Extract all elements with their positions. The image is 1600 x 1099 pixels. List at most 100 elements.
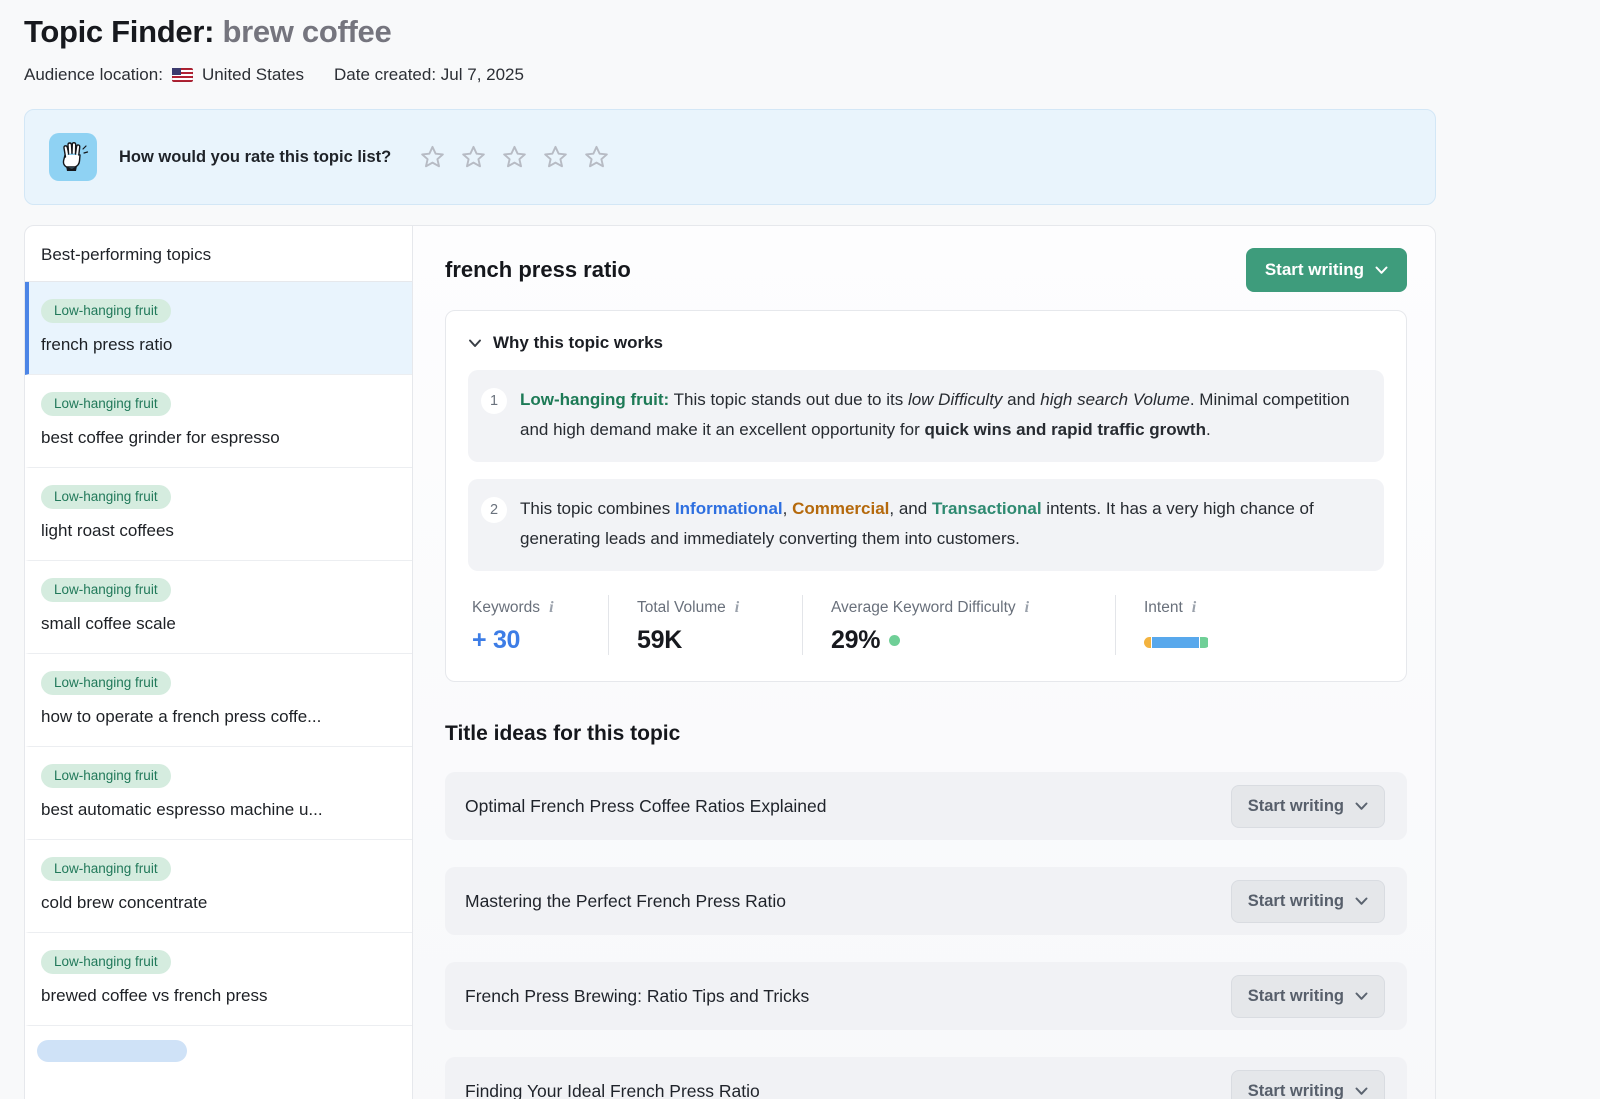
topic-item-title: cold brew concentrate — [41, 893, 396, 913]
title-idea-text: Finding Your Ideal French Press Ratio — [465, 1081, 760, 1099]
title-idea-card: Finding Your Ideal French Press Ratio St… — [445, 1057, 1407, 1099]
page-header: Topic Finder: brew coffee Audience locat… — [24, 0, 1436, 85]
start-writing-button[interactable]: Start writing — [1231, 880, 1385, 923]
start-writing-label: Start writing — [1248, 1082, 1344, 1099]
why-section-toggle[interactable]: Why this topic works — [468, 333, 663, 353]
start-writing-button[interactable]: Start writing — [1231, 975, 1385, 1018]
topics-sidebar: Best-performing topics Low-hanging fruit… — [25, 226, 413, 1099]
star-icon[interactable] — [542, 144, 569, 171]
title-idea-text: Mastering the Perfect French Press Ratio — [465, 891, 786, 912]
intent-bar-segment — [1152, 637, 1199, 648]
page-title-prefix: Topic Finder: — [24, 14, 222, 49]
topics-workspace: Best-performing topics Low-hanging fruit… — [24, 225, 1436, 1099]
selected-topic-title: french press ratio — [445, 257, 631, 283]
start-writing-label: Start writing — [1248, 987, 1344, 1006]
start-writing-button[interactable]: Start writing — [1231, 1070, 1385, 1099]
sidebar-topic-item-partial[interactable] — [25, 1026, 412, 1062]
metric-value: + 30 — [472, 626, 608, 655]
start-writing-label: Start writing — [1248, 892, 1344, 911]
difficulty-dot — [889, 635, 900, 646]
start-writing-button[interactable]: Start writing — [1246, 248, 1407, 292]
info-icon[interactable]: i — [1192, 599, 1196, 617]
metric-label-row: Keywords i — [472, 599, 608, 617]
chevron-down-icon — [1355, 992, 1368, 1001]
why-section-title: Why this topic works — [493, 333, 663, 353]
low-hanging-fruit-badge: Low-hanging fruit — [41, 485, 171, 509]
low-hanging-fruit-badge: Low-hanging fruit — [41, 857, 171, 881]
low-hanging-fruit-badge: Low-hanging fruit — [41, 299, 171, 323]
topic-item-title: brewed coffee vs french press — [41, 986, 396, 1006]
title-idea-list: Optimal French Press Coffee Ratios Expla… — [445, 772, 1407, 1099]
topic-item-title: french press ratio — [41, 335, 396, 355]
chevron-down-icon — [1375, 266, 1388, 275]
star-icon[interactable] — [419, 144, 446, 171]
metric-value: 29% — [831, 626, 1115, 655]
chevron-down-icon — [1355, 897, 1368, 906]
low-hanging-fruit-badge: Low-hanging fruit — [41, 578, 171, 602]
start-writing-button[interactable]: Start writing — [1231, 785, 1385, 828]
info-icon[interactable]: i — [1025, 599, 1029, 617]
point-number: 1 — [481, 388, 507, 414]
metric-label: Average Keyword Difficulty — [831, 599, 1016, 617]
low-hanging-fruit-badge: Low-hanging fruit — [41, 950, 171, 974]
sidebar-topic-item[interactable]: Low-hanging fruit best automatic espress… — [25, 747, 412, 840]
audience-location-value: United States — [202, 65, 304, 85]
title-idea-card: Mastering the Perfect French Press Ratio… — [445, 867, 1407, 935]
sidebar-topic-item[interactable]: Low-hanging fruit small coffee scale — [25, 561, 412, 654]
intent-bar-segment — [1144, 637, 1151, 648]
topic-list: Low-hanging fruit french press ratio Low… — [25, 282, 412, 1062]
date-created: Date created: Jul 7, 2025 — [334, 65, 524, 85]
badge-stub — [37, 1040, 187, 1062]
page-meta: Audience location: United States Date cr… — [24, 65, 1436, 85]
page-content: Topic Finder: brew coffee Audience locat… — [24, 0, 1436, 1099]
info-icon[interactable]: i — [735, 599, 739, 617]
rating-question: How would you rate this topic list? — [119, 148, 391, 167]
why-topic-works-card: Why this topic works 1 Low-hanging fruit… — [445, 310, 1407, 682]
intent-bar-segment — [1200, 637, 1208, 648]
star-rating — [419, 144, 610, 171]
sidebar-topic-item[interactable]: Low-hanging fruit cold brew concentrate — [25, 840, 412, 933]
metric-column: Keywords i + 30 — [468, 595, 608, 655]
topic-item-title: best automatic espresso machine u... — [41, 800, 396, 820]
metric-value: 59K — [637, 626, 802, 655]
start-writing-label: Start writing — [1265, 260, 1364, 280]
title-idea-text: French Press Brewing: Ratio Tips and Tri… — [465, 986, 809, 1007]
sidebar-topic-item[interactable]: Low-hanging fruit brewed coffee vs frenc… — [25, 933, 412, 1026]
metric-label: Intent — [1144, 599, 1183, 617]
rating-banner: How would you rate this topic list? — [24, 109, 1436, 205]
chevron-down-icon — [1355, 1087, 1368, 1096]
metric-label-row: Intent i — [1144, 599, 1210, 617]
star-icon[interactable] — [583, 144, 610, 171]
point-text: This topic combines Informational, Comme… — [520, 494, 1364, 554]
metric-column: Total Volume i 59K — [608, 595, 802, 655]
topic-detail-header: french press ratio Start writing — [445, 248, 1407, 292]
topic-detail-panel: french press ratio Start writing Why thi… — [413, 226, 1435, 1099]
metric-column: Intent i — [1115, 595, 1210, 655]
sidebar-topic-item[interactable]: Low-hanging fruit light roast coffees — [25, 468, 412, 561]
sidebar-topic-item[interactable]: Low-hanging fruit how to operate a frenc… — [25, 654, 412, 747]
intent-bar — [1144, 637, 1210, 648]
star-icon[interactable] — [501, 144, 528, 171]
metric-label-row: Total Volume i — [637, 599, 802, 617]
low-hanging-fruit-badge: Low-hanging fruit — [41, 392, 171, 416]
star-icon[interactable] — [460, 144, 487, 171]
page-title: Topic Finder: brew coffee — [24, 14, 1436, 50]
info-icon[interactable]: i — [549, 599, 553, 617]
page-title-query: brew coffee — [222, 14, 391, 49]
start-writing-label: Start writing — [1248, 797, 1344, 816]
why-point: 1 Low-hanging fruit: This topic stands o… — [468, 370, 1384, 462]
point-text: Low-hanging fruit: This topic stands out… — [520, 385, 1364, 445]
point-number: 2 — [481, 497, 507, 523]
topic-item-title: light roast coffees — [41, 521, 396, 541]
metric-column: Average Keyword Difficulty i 29% — [802, 595, 1115, 655]
low-hanging-fruit-badge: Low-hanging fruit — [41, 764, 171, 788]
metric-label: Total Volume — [637, 599, 726, 617]
metric-label: Keywords — [472, 599, 540, 617]
audience-location-label: Audience location: — [24, 65, 163, 85]
sidebar-topic-item[interactable]: Low-hanging fruit best coffee grinder fo… — [25, 375, 412, 468]
topic-item-title: how to operate a french press coffe... — [41, 707, 396, 727]
chevron-down-icon — [1355, 802, 1368, 811]
us-flag-icon — [172, 68, 193, 82]
sidebar-topic-item[interactable]: Low-hanging fruit french press ratio — [25, 282, 412, 375]
title-idea-card: French Press Brewing: Ratio Tips and Tri… — [445, 962, 1407, 1030]
